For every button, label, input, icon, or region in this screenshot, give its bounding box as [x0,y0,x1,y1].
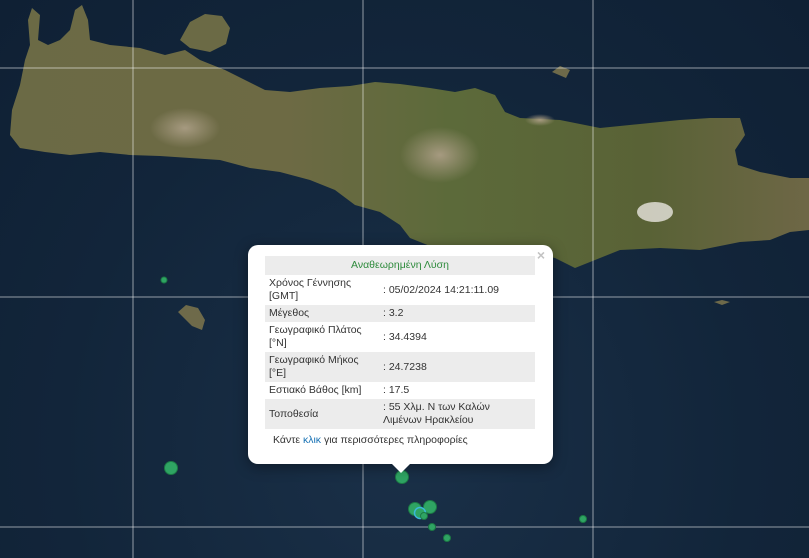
earthquake-marker [443,534,451,542]
info-row: Τοποθεσία : 55 Χλμ. Ν των Καλών Λιμένων … [265,399,535,429]
depth-label: Εστιακό Βάθος [km] [269,384,362,396]
magnitude-value: : 3.2 [379,305,535,322]
location-label: Τοποθεσία [265,399,379,429]
origin-time-value: : 05/02/2024 14:21:11.09 [383,283,499,296]
latitude-label: Γεωγραφικό Πλάτος [°N] [269,324,362,349]
latitude-value: : 34.4394 [383,330,427,343]
info-row: Χρόνος Γέννησης [GMT] : 05/02/2024 14:21… [265,275,535,305]
earthquake-marker [164,461,178,475]
earthquake-info-popup: × Αναθεωρημένη Λύση Χρόνος Γέννησης [GMT… [248,245,553,464]
city-area [525,114,555,126]
info-row: Γεωγραφικό Μήκος [°E] : 24.7238 [265,352,535,382]
crete-island [10,5,809,268]
snow-peak [637,202,673,222]
popup-header-row: Αναθεωρημένη Λύση [265,256,535,275]
more-info-suffix: για περισσότερες πληροφορίες [321,434,468,446]
close-icon[interactable]: × [534,248,548,262]
dia-island [180,14,230,52]
popup-tip [391,463,411,473]
islet [714,300,730,305]
location-value: : 55 Χλμ. Ν των Καλών Λιμένων Ηρακλείου [379,399,535,429]
popup-title: Αναθεωρημένη Λύση [265,256,535,275]
more-info-prefix: Κάντε [273,434,303,446]
more-info-text: Κάντε κλικ για περισσότερες πληροφορίες [265,434,536,446]
magnitude-label: Μέγεθος [265,305,379,322]
info-table: Αναθεωρημένη Λύση Χρόνος Γέννησης [GMT] … [265,256,535,429]
mountain-area [400,127,480,183]
mountain-area [150,108,220,148]
more-info-link[interactable]: κλικ [303,434,321,446]
earthquake-marker [160,276,168,284]
longitude-label: Γεωγραφικό Μήκος [°E] [265,352,379,382]
earthquake-marker [579,515,587,523]
depth-value: : 17.5 [383,384,410,396]
info-row: Γεωγραφικό Πλάτος [°N] : 34.4394 [265,322,535,352]
earthquake-marker [420,512,428,520]
longitude-value: : 24.7238 [379,352,535,382]
gavdopoula-island [178,305,205,330]
info-row: Εστιακό Βάθος [km] : 17.5 [265,382,535,399]
info-row: Μέγεθος : 3.2 [265,305,535,322]
origin-time-label: Χρόνος Γέννησης [GMT] [269,277,352,302]
earthquake-marker [428,523,436,531]
